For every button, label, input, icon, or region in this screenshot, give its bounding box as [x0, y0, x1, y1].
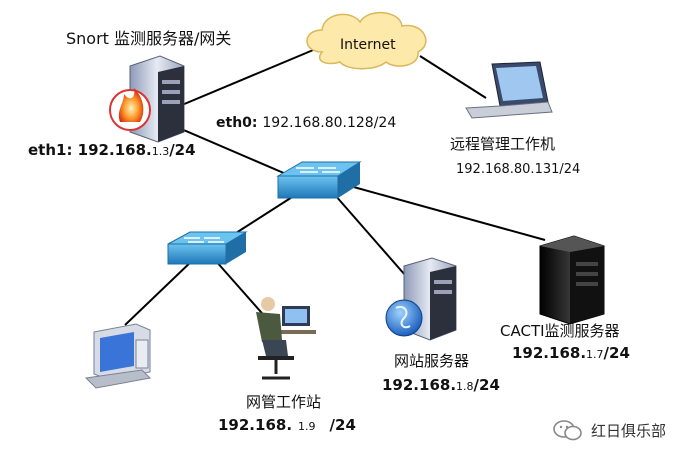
cacti-server-ip: 192.168.1.7/24 [512, 346, 630, 361]
admin-station-label: 网管工作站 [246, 393, 322, 411]
admin-station-ip: 192.168. 1.9/24 [218, 418, 356, 433]
link-core-web [334, 194, 406, 276]
link-snort-internet [169, 47, 319, 111]
snort-server-icon [109, 55, 185, 143]
diagram-canvas [84, 11, 605, 389]
remote-pc-label: 远程管理工作机 [450, 135, 556, 153]
core-switch-icon [276, 161, 362, 199]
wechat-icon [553, 420, 582, 441]
network-diagram: Snort 监测服务器/网关 eth1: 192.168.1.3/24 eth0… [0, 0, 680, 459]
snort-eth0-label: eth0: 192.168.80.128/24 [216, 116, 396, 130]
cacti-ip-suffix: /24 [603, 344, 630, 362]
admin-ip-prefix: 192.168. [218, 416, 293, 434]
snort-server-title: Snort 监测服务器/网关 [66, 29, 232, 48]
admin-ip-suffix: /24 [329, 416, 356, 434]
cacti-server-icon [539, 235, 605, 325]
cacti-ip-host: 1.7 [586, 348, 604, 361]
snort-eth0-ip: 192.168.80.128/24 [262, 115, 397, 131]
remote-pc-ip: 192.168.80.131/24 [456, 162, 581, 177]
watermark-text: 红日俱乐部 [590, 421, 666, 440]
web-ip-prefix: 192.168. [382, 376, 457, 394]
internet-label: Internet [340, 37, 396, 53]
web-ip-suffix: /24 [473, 376, 500, 394]
admin-ip-host: 1.9 [298, 420, 316, 433]
cacti-server-label: CACTI监测服务器 [500, 322, 620, 340]
web-server-icon [385, 257, 457, 341]
snort-eth1-prefix: eth1: 192.168. [28, 141, 152, 159]
link-access-admin [214, 259, 269, 321]
snort-eth1-host: 1.3 [151, 145, 170, 158]
web-server-ip: 192.168.1.8/24 [382, 378, 500, 393]
cacti-ip-prefix: 192.168. [512, 344, 587, 362]
link-core-cacti [349, 185, 546, 241]
access-switch-icon [167, 231, 248, 265]
web-server-label: 网站服务器 [394, 352, 470, 370]
admin-station-icon [256, 297, 316, 380]
snort-eth1-suffix: /24 [169, 141, 196, 159]
web-ip-host: 1.8 [456, 380, 474, 393]
watermark: 红日俱乐部 [553, 419, 666, 441]
desktop-pc-icon [84, 323, 152, 389]
link-access-pc [124, 257, 196, 326]
remote-laptop-icon [465, 61, 553, 119]
snort-eth0-name: eth0: [216, 115, 258, 131]
link-internet-remote [419, 55, 487, 99]
snort-eth1-label: eth1: 192.168.1.3/24 [28, 143, 196, 158]
